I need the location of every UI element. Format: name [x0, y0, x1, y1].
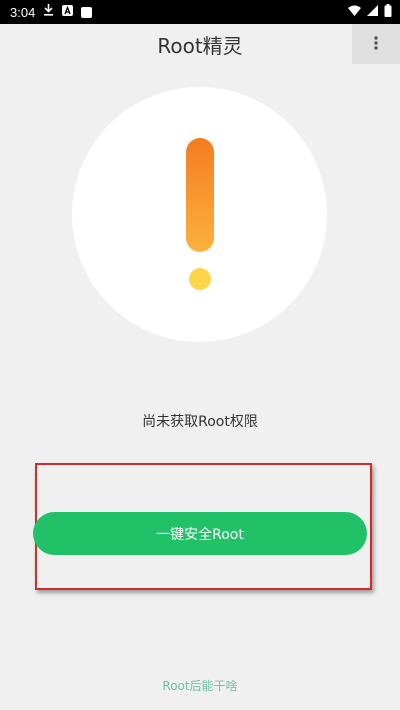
status-time: 3:04 [10, 4, 36, 20]
download-icon [43, 4, 54, 20]
battery-icon [384, 3, 392, 21]
signal-icon [367, 4, 378, 20]
app-header: Root精灵 [0, 24, 400, 64]
status-circle [72, 87, 327, 342]
status-bar: 3:04 [0, 0, 400, 24]
page-title: Root精灵 [157, 33, 243, 58]
one-click-root-button[interactable]: 一键安全Root [33, 512, 367, 555]
exclamation-icon [186, 138, 214, 290]
more-options-button[interactable] [352, 24, 400, 64]
wifi-icon [348, 5, 361, 20]
root-benefits-link[interactable]: Root后能干啥 [0, 677, 400, 694]
status-bar-left: 3:04 [10, 4, 93, 20]
square-icon [81, 6, 93, 18]
status-bar-right [348, 3, 392, 21]
root-status-text: 尚未获取Root权限 [142, 414, 258, 430]
one-click-root-label: 一键安全Root [156, 526, 244, 543]
a-icon [62, 4, 74, 20]
app-screen: 3:04 Root精灵 尚未获取Root权限 一键安全Root Root后能干啥 [0, 0, 400, 710]
more-vert-icon [374, 35, 378, 54]
